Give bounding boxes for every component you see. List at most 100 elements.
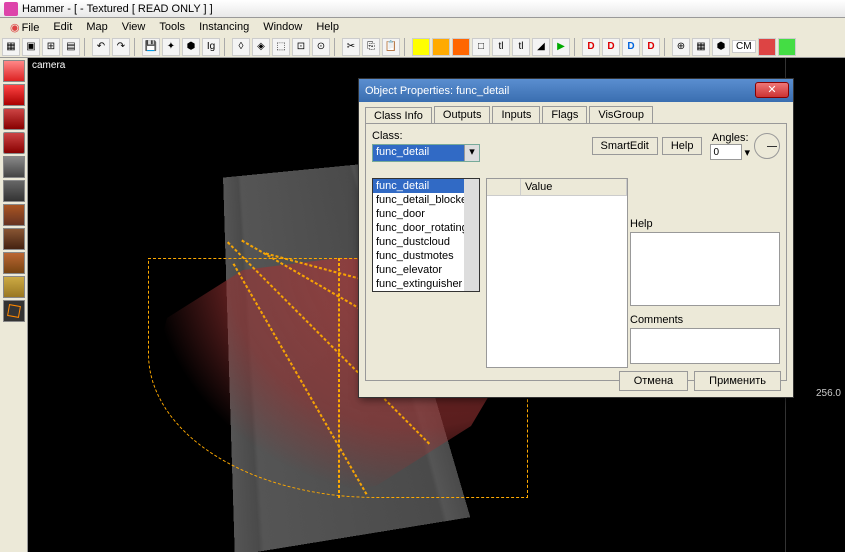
angle-dial[interactable] [754, 133, 780, 159]
main-toolbar: ▦ ▣ ⊞ ▤ ↶ ↷ 💾 ✦ ⬢ Ig ◊ ◈ ⬚ ⊡ ⊙ ✂ ⎘ 📋 □ t… [0, 36, 845, 58]
menu-view[interactable]: View [116, 20, 152, 34]
toolbar-dd3-icon[interactable]: D [622, 38, 640, 56]
tool-apply[interactable] [3, 204, 25, 226]
tool-magnify[interactable] [3, 84, 25, 106]
toolbar-grid-icon[interactable]: ▦ [2, 38, 20, 56]
toolbar-show-icon[interactable]: ◈ [252, 38, 270, 56]
tool-overlay[interactable] [3, 252, 25, 274]
cancel-button[interactable]: Отмена [619, 371, 688, 391]
menu-map[interactable]: Map [80, 20, 113, 34]
tab-inputs[interactable]: Inputs [492, 106, 540, 123]
toolbar-snap-icon[interactable]: ⊞ [42, 38, 60, 56]
menu-instancing[interactable]: Instancing [193, 20, 255, 34]
toolbar-disp-icon[interactable]: ◢ [532, 38, 550, 56]
angles-input[interactable] [710, 144, 742, 160]
tool-block[interactable] [3, 156, 25, 178]
toolbar-radius-icon[interactable]: ⊙ [312, 38, 330, 56]
toolbar-run-icon[interactable]: ▶ [552, 38, 570, 56]
help-button[interactable]: Help [662, 137, 703, 155]
menu-help[interactable]: Help [310, 20, 345, 34]
ruler-right: 256.0 [785, 58, 845, 552]
toolbar-sel-icon[interactable]: □ [472, 38, 490, 56]
dropdown-scrollbar[interactable] [464, 179, 479, 291]
tool-camera[interactable] [3, 108, 25, 130]
toolbar-green-icon[interactable] [778, 38, 796, 56]
toolbar-cord-icon[interactable]: ⊡ [292, 38, 310, 56]
comments-section: Comments [630, 314, 780, 364]
chevron-down-icon[interactable]: ▾ [744, 146, 750, 159]
separator [134, 38, 138, 56]
viewport-label: camera [32, 60, 65, 71]
separator [84, 38, 88, 56]
apply-button[interactable]: Применить [694, 371, 781, 391]
help-section: Help [630, 218, 780, 306]
ruler-tick: 256.0 [816, 388, 841, 399]
right-controls: SmartEdit Help Angles: ▾ [592, 132, 780, 160]
dropdown-arrow-icon[interactable]: ▾ [464, 145, 479, 161]
keyvalue-table[interactable]: Value [486, 178, 628, 368]
angles-label: Angles: [712, 132, 749, 144]
toolbar-tl2-icon[interactable]: tl [512, 38, 530, 56]
toolbar-portal-icon[interactable]: ⊕ [672, 38, 690, 56]
tab-flags[interactable]: Flags [542, 106, 587, 123]
table-header: Value [487, 179, 627, 196]
toolbar-paste-icon[interactable]: 📋 [382, 38, 400, 56]
smartedit-button[interactable]: SmartEdit [592, 137, 658, 155]
toolbar-dd2-icon[interactable]: D [602, 38, 620, 56]
close-button[interactable]: ✕ [755, 82, 789, 98]
menu-file[interactable]: File [4, 20, 45, 35]
menubar: File Edit Map View Tools Instancing Wind… [0, 18, 845, 36]
tab-class-info[interactable]: Class Info [365, 107, 432, 124]
help-label: Help [630, 218, 780, 230]
toolbar-redo-icon[interactable]: ↷ [112, 38, 130, 56]
toolbar-dd4-icon[interactable]: D [642, 38, 660, 56]
toolbar-carve-icon[interactable]: ✦ [162, 38, 180, 56]
toolbar-save-icon[interactable]: 💾 [142, 38, 160, 56]
dialog-titlebar[interactable]: Object Properties: func_detail ✕ [359, 79, 793, 102]
toolbar-tex3-icon[interactable] [452, 38, 470, 56]
menu-tools[interactable]: Tools [153, 20, 191, 34]
toolbar-model-icon[interactable]: ⬢ [712, 38, 730, 56]
toolbar-copy-icon[interactable]: ⎘ [362, 38, 380, 56]
toolbar-ig-icon[interactable]: Ig [202, 38, 220, 56]
toolbar-group-icon[interactable]: ⬢ [182, 38, 200, 56]
toolbar-iso-icon[interactable]: ⬚ [272, 38, 290, 56]
tab-visgroup[interactable]: VisGroup [589, 106, 653, 123]
dialog-body: Class: func_detail ▾ func_detail func_de… [365, 123, 787, 381]
toolbar-tex1-icon[interactable] [412, 38, 430, 56]
tool-vertex[interactable] [3, 300, 25, 322]
toolbar-grid2-icon[interactable]: ▤ [62, 38, 80, 56]
separator [224, 38, 228, 56]
toolbar-tl-icon[interactable]: tl [492, 38, 510, 56]
window-title: Hammer - [ - Textured [ READ ONLY ] ] [22, 3, 213, 15]
toolbar-tex2-icon[interactable] [432, 38, 450, 56]
class-combobox[interactable]: func_detail ▾ [372, 144, 480, 162]
comments-label: Comments [630, 314, 780, 326]
toolbar-red-icon[interactable] [758, 38, 776, 56]
toolbar-cm-label[interactable]: CM [732, 40, 756, 53]
help-textarea [630, 232, 780, 306]
separator [574, 38, 578, 56]
comments-textarea[interactable] [630, 328, 780, 364]
angles-control: Angles: ▾ [710, 132, 750, 160]
tab-outputs[interactable]: Outputs [434, 106, 491, 123]
tool-clip[interactable] [3, 276, 25, 298]
class-dropdown: func_detail func_detail_blocker func_doo… [372, 178, 480, 292]
dialog-title: Object Properties: func_detail [365, 85, 509, 97]
dialog-footer: Отмена Применить [619, 371, 781, 391]
dialog-tabs: Class Info Outputs Inputs Flags VisGroup [359, 102, 793, 123]
toolbar-dd1-icon[interactable]: D [582, 38, 600, 56]
tool-palette [0, 58, 28, 552]
toolbar-cut-icon[interactable]: ✂ [342, 38, 360, 56]
toolbar-undo-icon[interactable]: ↶ [92, 38, 110, 56]
window-titlebar: Hammer - [ - Textured [ READ ONLY ] ] [0, 0, 845, 18]
toolbar-hide-icon[interactable]: ◊ [232, 38, 250, 56]
toolbar-3d-icon[interactable]: ▣ [22, 38, 40, 56]
menu-edit[interactable]: Edit [47, 20, 78, 34]
tool-texture[interactable] [3, 180, 25, 202]
tool-selection[interactable] [3, 60, 25, 82]
toolbar-grid3-icon[interactable]: ▦ [692, 38, 710, 56]
menu-window[interactable]: Window [257, 20, 308, 34]
tool-entity[interactable] [3, 132, 25, 154]
tool-decal[interactable] [3, 228, 25, 250]
